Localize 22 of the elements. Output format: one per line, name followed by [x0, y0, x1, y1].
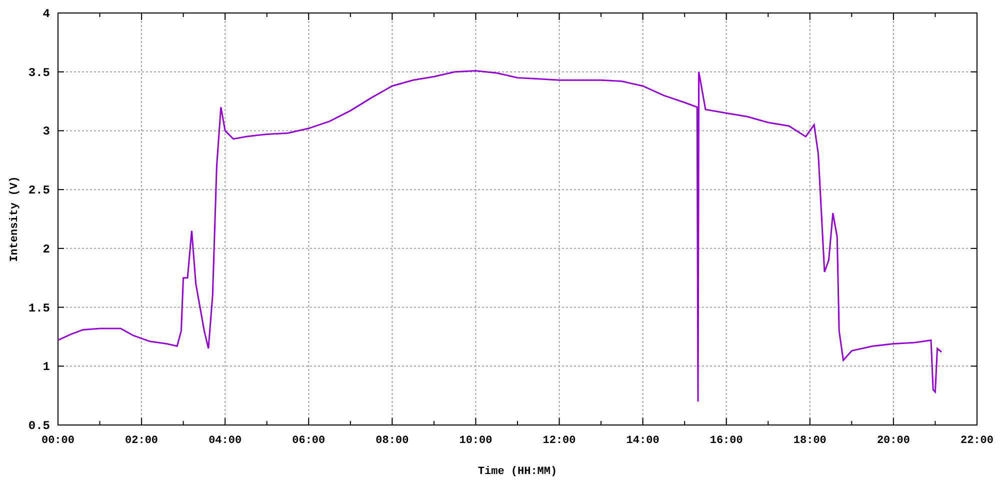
x-tick-label: 16:00 [710, 435, 743, 447]
y-tick-label: 3.5 [28, 66, 50, 80]
x-tick-label: 08:00 [376, 435, 409, 447]
x-tick-label: 18:00 [793, 435, 826, 447]
x-tick-label: 00:00 [42, 435, 74, 447]
x-tick-label: 02:00 [125, 435, 158, 447]
y-tick-label: 4 [42, 7, 50, 21]
x-tick-label: 10:00 [459, 435, 492, 447]
y-tick-label: 2.5 [28, 184, 50, 198]
y-tick-label: 3 [42, 124, 50, 139]
y-tick-label: 2 [42, 242, 50, 256]
x-tick-label: 06:00 [292, 435, 326, 447]
x-axis-title: Time (HH:MM) [478, 466, 558, 478]
x-tick-label: 14:00 [626, 435, 660, 447]
x-tick-label: 22:00 [960, 435, 994, 447]
x-tick-label: 04:00 [208, 435, 242, 447]
x-tick-label: 20:00 [876, 435, 910, 447]
x-tick-label: 12:00 [542, 435, 576, 447]
y-axis-title: Intensity (V) [9, 176, 21, 262]
y-tick-label: 0.5 [28, 419, 50, 433]
y-tick-label: 1 [42, 360, 50, 374]
y-tick-label: 1.5 [28, 301, 50, 316]
